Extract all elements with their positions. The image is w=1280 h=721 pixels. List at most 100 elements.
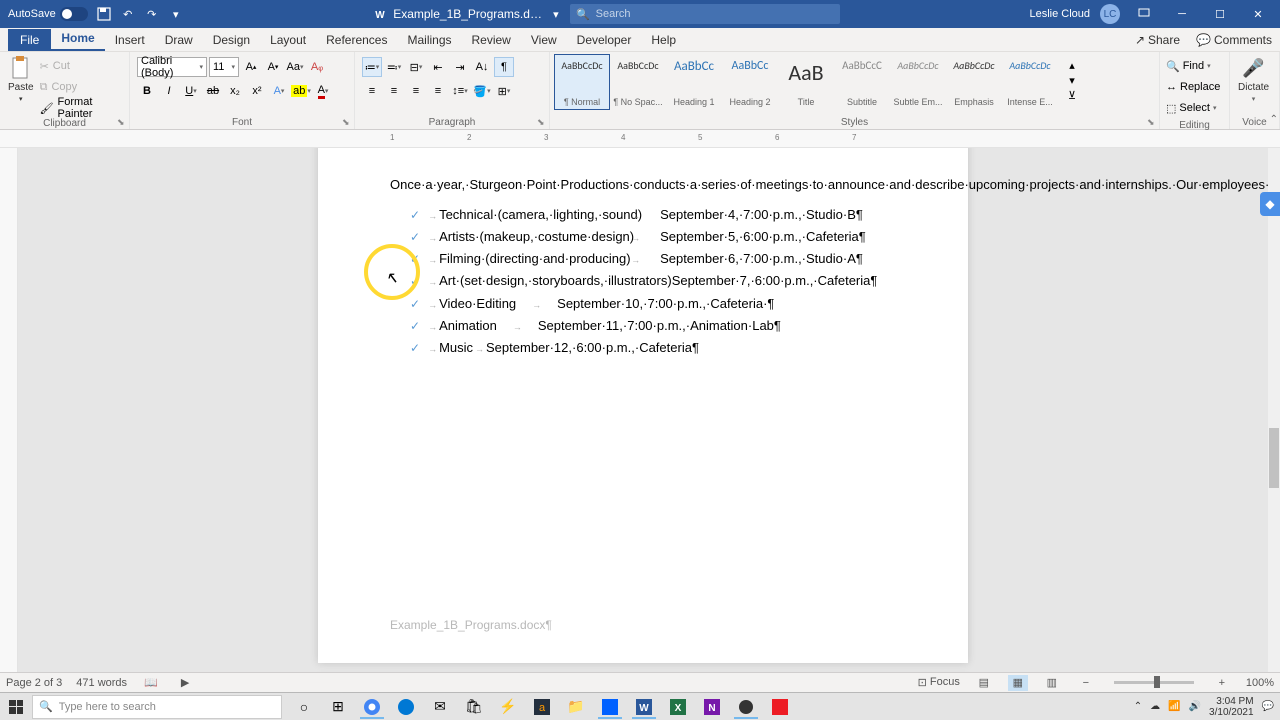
tab-home[interactable]: Home (51, 27, 104, 51)
justify-button[interactable]: ≡ (428, 81, 448, 101)
styles-expand-icon[interactable]: ⊻ (1062, 88, 1082, 102)
dropbox-icon[interactable] (594, 695, 626, 719)
style-gallery[interactable]: AaBbCcDc¶ NormalAaBbCcDc¶ No Spac...AaBb… (554, 54, 1058, 110)
acrobat-icon[interactable] (764, 695, 796, 719)
sort-button[interactable]: A↓ (472, 57, 492, 77)
macro-icon[interactable]: ▶ (175, 675, 195, 691)
share-button[interactable]: ↗Share (1127, 29, 1188, 51)
collapse-ribbon-icon[interactable]: ⌃ (1270, 114, 1278, 125)
comments-button[interactable]: 💬Comments (1188, 29, 1280, 51)
clear-format-button[interactable]: Aᵩ (307, 57, 327, 77)
volume-icon[interactable]: 🔊 (1189, 701, 1201, 712)
vertical-ruler[interactable] (0, 148, 18, 692)
font-color-button[interactable]: A▾ (313, 81, 333, 101)
show-marks-button[interactable]: ¶ (494, 57, 514, 77)
styles-more-icon[interactable]: ▴ (1062, 58, 1082, 72)
word-icon[interactable]: W (628, 695, 660, 719)
notification-icon[interactable]: 💬 (1262, 701, 1274, 712)
zoom-in-icon[interactable]: + (1212, 675, 1232, 691)
dictate-button[interactable]: 🎤 Dictate▾ (1234, 54, 1273, 105)
autosave-toggle[interactable]: AutoSave (8, 7, 88, 21)
line-spacing-button[interactable]: ↕≡▾ (450, 81, 470, 101)
styles-more-icon[interactable]: ▾ (1062, 73, 1082, 87)
cut-button[interactable]: ✂Cut (40, 56, 120, 76)
wifi-icon[interactable]: 📶 (1168, 701, 1180, 712)
read-mode-icon[interactable]: ▤ (974, 675, 994, 691)
edge-icon[interactable] (390, 695, 422, 719)
obs-icon[interactable] (730, 695, 762, 719)
focus-mode[interactable]: ⊡Focus (918, 676, 960, 689)
tab-draw[interactable]: Draw (155, 29, 203, 51)
style-item[interactable]: AaBbCcHeading 2 (722, 54, 778, 110)
store-icon[interactable]: 🛍 (458, 695, 490, 719)
redo-icon[interactable]: ↷ (144, 6, 160, 22)
vertical-scrollbar[interactable] (1268, 148, 1280, 672)
qat-more-icon[interactable]: ▾ (168, 6, 184, 22)
document-area[interactable]: Once·a·year,·Sturgeon·Point·Productions·… (18, 148, 1268, 692)
taskbar-search[interactable]: 🔍Type here to search (32, 695, 282, 719)
shading-button[interactable]: 🪣▾ (472, 81, 492, 101)
font-size-combo[interactable]: 11▾ (209, 57, 239, 77)
bold-button[interactable]: B (137, 81, 157, 101)
excel-icon[interactable]: X (662, 695, 694, 719)
cortana-icon[interactable]: ○ (288, 695, 320, 719)
borders-button[interactable]: ⊞▾ (494, 81, 514, 101)
font-name-combo[interactable]: Calibri (Body)▾ (137, 57, 207, 77)
file-explorer-icon[interactable]: 📁 (560, 695, 592, 719)
zoom-slider[interactable] (1114, 681, 1194, 684)
multilevel-button[interactable]: ⊟▾ (406, 57, 426, 77)
style-item[interactable]: AaBbCcDc¶ Normal (554, 54, 610, 110)
paste-button[interactable]: Paste▾ (4, 54, 38, 105)
tab-view[interactable]: View (521, 29, 567, 51)
app-icon[interactable]: ⚡ (492, 695, 524, 719)
tab-help[interactable]: Help (641, 29, 686, 51)
increase-indent-button[interactable]: ⇥ (450, 57, 470, 77)
align-right-button[interactable]: ≡ (406, 81, 426, 101)
replace-button[interactable]: ↔Replace (1166, 77, 1230, 97)
close-icon[interactable]: ✕ (1244, 0, 1272, 28)
style-item[interactable]: AaBTitle (778, 54, 834, 110)
tray-expand-icon[interactable]: ⌃ (1134, 701, 1142, 712)
shrink-font-button[interactable]: A▾ (263, 57, 283, 77)
save-icon[interactable] (96, 6, 112, 22)
style-item[interactable]: AaBbCcCSubtitle (834, 54, 890, 110)
subscript-button[interactable]: x₂ (225, 81, 245, 101)
dialog-launcher-icon[interactable]: ⬊ (537, 117, 547, 127)
align-left-button[interactable]: ≡ (362, 81, 382, 101)
italic-button[interactable]: I (159, 81, 179, 101)
ribbon-options-icon[interactable] (1130, 0, 1158, 28)
bullets-button[interactable]: ≔▾ (362, 57, 382, 77)
spellcheck-icon[interactable]: 📖 (141, 675, 161, 691)
change-case-button[interactable]: Aa▾ (285, 57, 305, 77)
style-item[interactable]: AaBbCcDc¶ No Spac... (610, 54, 666, 110)
tab-mailings[interactable]: Mailings (397, 29, 461, 51)
zoom-level[interactable]: 100% (1246, 677, 1274, 689)
mail-icon[interactable]: ✉ (424, 695, 456, 719)
user-name[interactable]: Leslie Cloud (1029, 8, 1090, 20)
style-item[interactable]: AaBbCcDcIntense E... (1002, 54, 1058, 110)
tab-insert[interactable]: Insert (105, 29, 155, 51)
superscript-button[interactable]: x² (247, 81, 267, 101)
find-button[interactable]: 🔍Find▾ (1166, 56, 1230, 76)
strikethrough-button[interactable]: ab (203, 81, 223, 101)
text-effects-button[interactable]: A▾ (269, 81, 289, 101)
maximize-icon[interactable]: ☐ (1206, 0, 1234, 28)
dialog-launcher-icon[interactable]: ⬊ (342, 117, 352, 127)
dialog-launcher-icon[interactable]: ⬊ (1147, 117, 1157, 127)
dropbox-badge-icon[interactable]: ◆ (1260, 192, 1280, 216)
tab-developer[interactable]: Developer (567, 29, 642, 51)
minimize-icon[interactable]: ─ (1168, 0, 1196, 28)
scrollbar-thumb[interactable] (1269, 428, 1279, 488)
onenote-icon[interactable]: N (696, 695, 728, 719)
style-item[interactable]: AaBbCcDcSubtle Em... (890, 54, 946, 110)
numbering-button[interactable]: ≕▾ (384, 57, 404, 77)
web-layout-icon[interactable]: ▥ (1042, 675, 1062, 691)
title-dropdown-icon[interactable]: ▾ (548, 6, 564, 22)
cloud-icon[interactable]: ☁ (1150, 701, 1160, 712)
style-item[interactable]: AaBbCcDcEmphasis (946, 54, 1002, 110)
tab-references[interactable]: References (316, 29, 397, 51)
grow-font-button[interactable]: A▴ (241, 57, 261, 77)
style-item[interactable]: AaBbCcHeading 1 (666, 54, 722, 110)
decrease-indent-button[interactable]: ⇤ (428, 57, 448, 77)
horizontal-ruler[interactable]: 1234567 (0, 130, 1280, 148)
